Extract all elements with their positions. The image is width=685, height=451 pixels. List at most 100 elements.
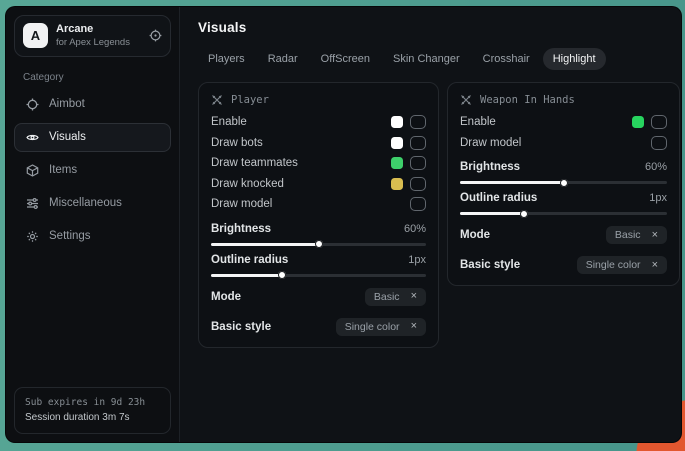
toggle-row-draw-knocked: Draw knocked	[211, 174, 426, 195]
main-area: Visuals Players Radar OffScreen Skin Cha…	[180, 7, 682, 442]
brightness-slider-block: Brightness 60%	[211, 223, 426, 246]
slider-label: Outline radius	[460, 192, 537, 204]
toggle-row-draw-model: Draw model	[460, 133, 667, 154]
outline-radius-slider-block: Outline radius 1px	[211, 254, 426, 277]
tag-label: Mode	[211, 291, 241, 303]
subscription-info: Sub expires in 9d 23h Session duration 3…	[14, 387, 171, 434]
tab-skin-changer[interactable]: Skin Changer	[383, 48, 470, 70]
tag-label: Basic style	[460, 259, 520, 271]
mode-row: Mode Basic ×	[211, 287, 426, 307]
checkbox[interactable]	[651, 115, 667, 129]
color-swatch[interactable]	[391, 116, 403, 128]
toggle-row-enable: Enable	[460, 112, 667, 133]
sidebar-item-label: Settings	[49, 230, 91, 242]
checkbox[interactable]	[410, 197, 426, 211]
app-logo: A	[23, 23, 48, 48]
mode-tag[interactable]: Basic ×	[365, 288, 426, 306]
tag-label: Mode	[460, 229, 490, 241]
toggle-label: Draw model	[460, 137, 521, 149]
toggle-row-draw-teammates: Draw teammates	[211, 153, 426, 174]
checkbox[interactable]	[410, 136, 426, 150]
sidebar-item-visuals[interactable]: Visuals	[14, 123, 171, 152]
toggle-label: Draw bots	[211, 137, 263, 149]
sidebar-item-label: Miscellaneous	[49, 197, 122, 209]
close-icon[interactable]: ×	[411, 291, 417, 302]
brightness-slider-block: Brightness 60%	[460, 161, 667, 184]
player-panel: Player Enable Draw bots	[198, 82, 439, 348]
app-window: A Arcane for Apex Legends Category	[5, 6, 682, 443]
close-icon[interactable]: ×	[411, 321, 417, 332]
tab-players[interactable]: Players	[198, 48, 255, 70]
sidebar-item-label: Visuals	[49, 131, 86, 143]
close-icon[interactable]: ×	[652, 260, 658, 271]
crossed-swords-icon	[211, 94, 223, 106]
crosshair-icon	[26, 98, 39, 111]
slider-value: 1px	[408, 254, 426, 266]
sidebar-item-miscellaneous[interactable]: Miscellaneous	[14, 189, 171, 218]
mode-row: Mode Basic ×	[460, 225, 667, 245]
slider-track[interactable]	[460, 212, 667, 215]
slider-track[interactable]	[460, 181, 667, 184]
slider-thumb[interactable]	[278, 271, 286, 279]
sidebar-header: A Arcane for Apex Legends	[14, 15, 171, 57]
slider-label: Brightness	[460, 161, 520, 173]
app-name: Arcane	[56, 23, 130, 37]
color-swatch[interactable]	[391, 157, 403, 169]
color-swatch[interactable]	[632, 116, 644, 128]
checkbox[interactable]	[410, 115, 426, 129]
color-swatch[interactable]	[391, 137, 403, 149]
toggle-label: Draw model	[211, 198, 272, 210]
tab-offscreen[interactable]: OffScreen	[311, 48, 380, 70]
eye-icon	[26, 131, 39, 144]
tab-highlight[interactable]: Highlight	[543, 48, 606, 70]
mode-tag[interactable]: Basic ×	[606, 226, 667, 244]
sidebar-item-aimbot[interactable]: Aimbot	[14, 90, 171, 119]
outline-radius-slider-block: Outline radius 1px	[460, 192, 667, 215]
cube-icon	[26, 164, 39, 177]
page-title: Visuals	[198, 20, 680, 35]
slider-value: 1px	[649, 192, 667, 204]
sliders-icon	[26, 197, 39, 210]
tab-radar[interactable]: Radar	[258, 48, 308, 70]
toggle-row-enable: Enable	[211, 112, 426, 133]
checkbox[interactable]	[410, 156, 426, 170]
category-label: Category	[23, 72, 163, 83]
tab-crosshair[interactable]: Crosshair	[473, 48, 540, 70]
slider-label: Outline radius	[211, 254, 288, 266]
toggle-label: Draw teammates	[211, 157, 298, 169]
slider-thumb[interactable]	[520, 210, 528, 218]
target-icon[interactable]	[149, 29, 162, 42]
slider-thumb[interactable]	[315, 240, 323, 248]
sidebar-item-label: Aimbot	[49, 98, 85, 110]
toggle-label: Enable	[211, 116, 247, 128]
checkbox[interactable]	[651, 136, 667, 150]
slider-thumb[interactable]	[560, 179, 568, 187]
crossed-swords-icon	[460, 94, 472, 106]
sidebar-item-items[interactable]: Items	[14, 156, 171, 185]
toggle-label: Enable	[460, 116, 496, 128]
sidebar-item-settings[interactable]: Settings	[14, 222, 171, 251]
toggle-row-draw-model: Draw model	[211, 194, 426, 215]
basic-style-row: Basic style Single color ×	[460, 255, 667, 275]
slider-track[interactable]	[211, 243, 426, 246]
toggle-row-draw-bots: Draw bots	[211, 133, 426, 154]
slider-label: Brightness	[211, 223, 271, 235]
basic-style-tag[interactable]: Single color ×	[577, 256, 667, 274]
panel-title: Weapon In Hands	[480, 94, 575, 106]
panel-title: Player	[231, 94, 269, 106]
weapon-in-hands-panel: Weapon In Hands Enable Draw model	[447, 82, 680, 286]
sub-expires-text: Sub expires in 9d 23h	[25, 396, 160, 410]
tab-bar: Players Radar OffScreen Skin Changer Cro…	[198, 48, 680, 70]
tag-label: Basic style	[211, 321, 271, 333]
slider-value: 60%	[645, 161, 667, 173]
gear-icon	[26, 230, 39, 243]
sidebar: A Arcane for Apex Legends Category	[6, 7, 180, 442]
color-swatch[interactable]	[391, 178, 403, 190]
checkbox[interactable]	[410, 177, 426, 191]
close-icon[interactable]: ×	[652, 230, 658, 241]
basic-style-tag[interactable]: Single color ×	[336, 318, 426, 336]
sidebar-item-label: Items	[49, 164, 77, 176]
slider-track[interactable]	[211, 274, 426, 277]
session-duration-text: Session duration 3m 7s	[25, 410, 160, 425]
app-subtitle: for Apex Legends	[56, 37, 130, 49]
